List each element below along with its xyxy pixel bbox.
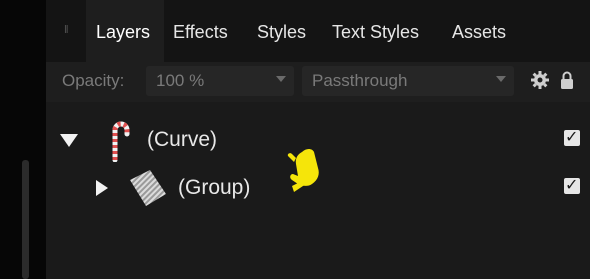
tab-layers[interactable]: Layers (96, 20, 151, 44)
layer-name: (Group) (178, 176, 251, 199)
tab-assets[interactable]: Assets (452, 20, 506, 44)
gear-icon[interactable] (530, 70, 550, 90)
tab-styles[interactable]: Styles (257, 20, 306, 44)
left-gutter (0, 0, 46, 279)
check-icon: ✓ (565, 127, 579, 146)
visibility-checkbox[interactable]: ✓ (564, 127, 580, 146)
panel-grip-icon[interactable]: ‖ (64, 24, 70, 36)
opacity-label: Opacity: (62, 71, 125, 90)
layer-toolbar: Opacity: 100 % Passthrough (46, 62, 590, 102)
tab-bar: ‖ Layers Effects Styles Text Styles Asse… (46, 0, 590, 62)
expand-triangle-icon[interactable] (96, 180, 108, 196)
layers-panel: ‖ Layers Effects Styles Text Styles Asse… (46, 0, 590, 279)
opacity-value: 100 % (156, 71, 205, 90)
blend-mode-value: Passthrough (312, 71, 408, 90)
blend-mode-dropdown[interactable]: Passthrough (302, 66, 514, 96)
tab-effects[interactable]: Effects (173, 20, 228, 44)
lock-icon[interactable] (560, 70, 574, 90)
check-icon: ✓ (565, 175, 579, 194)
chevron-down-icon (496, 76, 506, 82)
collapse-triangle-icon[interactable] (60, 134, 78, 147)
opacity-dropdown[interactable]: 100 % (146, 66, 294, 96)
scrollbar[interactable] (22, 160, 29, 279)
visibility-checkbox[interactable]: ✓ (564, 175, 580, 194)
layer-name: (Curve) (147, 128, 218, 151)
candy-cane-thumbnail-icon (112, 121, 130, 162)
tab-text-styles[interactable]: Text Styles (332, 20, 419, 44)
pattern-group-thumbnail-icon (130, 170, 166, 206)
chevron-down-icon (276, 76, 286, 82)
hand-pointer-cursor-icon (287, 149, 319, 192)
